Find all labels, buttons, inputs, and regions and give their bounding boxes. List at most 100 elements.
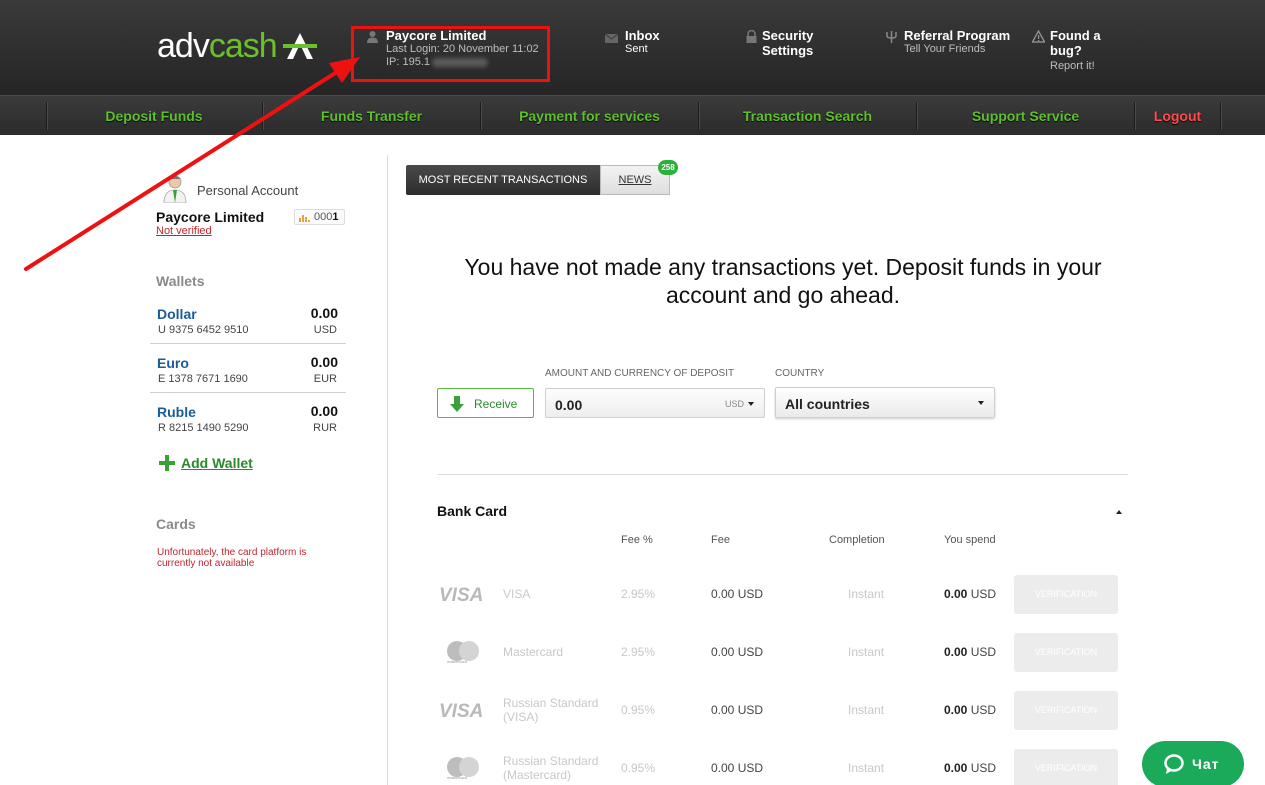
lock-icon: [746, 30, 757, 43]
nav-payment-for-services[interactable]: Payment for services: [481, 96, 698, 136]
receive-button[interactable]: Receive: [437, 388, 534, 418]
amount-value: 0.00: [555, 397, 583, 413]
inbox-sent[interactable]: Sent: [625, 43, 695, 56]
method-completion: Instant: [848, 703, 885, 717]
spend-currency: USD: [970, 587, 997, 601]
inbox-title: Inbox: [625, 28, 660, 43]
wallet-balance: 0.00: [310, 305, 338, 321]
logo-text-cash: cash: [208, 27, 278, 65]
wallet-balance: 0.00: [310, 403, 338, 419]
bug-sub: Report it!: [1050, 60, 1095, 72]
method-completion: Instant: [848, 587, 885, 601]
wallets-heading: Wallets: [156, 273, 205, 289]
referral-program-link[interactable]: Referral Program Tell Your Friends: [885, 28, 1025, 56]
account-type: Personal Account: [197, 183, 299, 198]
account-level-badge[interactable]: 0001: [294, 209, 345, 225]
wallet-name[interactable]: Dollar: [157, 306, 197, 322]
main-nav: Deposit Funds Funds Transfer Payment for…: [0, 95, 1265, 135]
nav-deposit-funds[interactable]: Deposit Funds: [46, 96, 262, 136]
add-wallet-button[interactable]: Add Wallet: [159, 454, 253, 472]
method-completion: Instant: [848, 761, 885, 775]
method-fee: 0.00 USD: [711, 703, 764, 717]
wallet-name[interactable]: Euro: [157, 355, 189, 371]
bug-line2: bug?: [1050, 43, 1082, 58]
wallet-divider: [150, 392, 346, 393]
security-line2: Settings: [762, 43, 814, 58]
method-fee: 0.00 USD: [711, 761, 764, 775]
method-name: Mastercard: [503, 645, 564, 659]
verification-status-link[interactable]: Not verified: [156, 225, 212, 237]
spend-amount: 0.00: [944, 645, 968, 659]
wallet-name[interactable]: Ruble: [157, 404, 196, 420]
wallet-number: E 1378 7671 1690: [158, 373, 248, 385]
account-name: Paycore Limited: [156, 209, 265, 225]
wallet-currency: RUR: [313, 422, 337, 434]
col-fee: Fee: [711, 534, 730, 546]
advcash-logo[interactable]: advcash: [157, 28, 317, 64]
bug-line1: Found a: [1050, 28, 1101, 43]
method-spend: 0.00 USD: [944, 761, 996, 775]
user-avatar-icon: [163, 175, 187, 203]
report-bug-link[interactable]: Found a bug? Report it!: [1032, 28, 1132, 73]
wallet-item[interactable]: Euro E 1378 7671 1690 0.00 EUR: [150, 349, 346, 398]
amount-label: AMOUNT AND CURRENCY OF DEPOSIT: [545, 368, 735, 379]
nav-funds-transfer[interactable]: Funds Transfer: [263, 96, 480, 136]
cards-unavailable-note: Unfortunately, the card platform is curr…: [157, 547, 307, 569]
logo-text-adv: adv: [157, 27, 210, 65]
payment-method-row: mastercard Russian Standard (Mastercard)…: [437, 748, 1129, 785]
method-fee-pct: 0.95%: [621, 761, 656, 775]
col-you-spend: You spend: [944, 534, 996, 546]
section-divider: [437, 474, 1128, 475]
trident-icon: [886, 31, 897, 43]
verification-button[interactable]: VERIFICATION: [1014, 691, 1118, 730]
spend-currency: USD: [970, 645, 997, 659]
tab-most-recent-transactions[interactable]: MOST RECENT TRANSACTIONS: [406, 165, 600, 195]
wallet-balance: 0.00: [310, 354, 338, 370]
col-fee-pct: Fee %: [621, 534, 653, 546]
wallet-divider: [150, 343, 346, 344]
method-name: VISA: [503, 587, 531, 601]
verification-button[interactable]: VERIFICATION: [1014, 575, 1118, 614]
mastercard-logo-icon: mastercard: [447, 757, 479, 780]
chat-label: Чат: [1192, 756, 1220, 772]
spend-currency: USD: [970, 703, 997, 717]
method-fee-pct: 0.95%: [621, 703, 656, 717]
bank-card-heading[interactable]: Bank Card: [437, 503, 507, 519]
method-spend: 0.00 USD: [944, 587, 996, 601]
inbox-link[interactable]: Inbox Sent: [605, 28, 695, 56]
security-settings-link[interactable]: Security Settings: [745, 28, 865, 58]
method-fee-pct: 2.95%: [621, 645, 656, 659]
envelope-icon: [605, 33, 618, 43]
wallet-currency: USD: [313, 324, 337, 336]
amount-currency-select[interactable]: USD: [725, 399, 744, 409]
deposit-amount-input[interactable]: 0.00 USD: [545, 388, 765, 418]
level-bars-icon: [299, 215, 310, 222]
nav-logout[interactable]: Logout: [1135, 96, 1220, 136]
visa-logo-icon: VISA: [439, 585, 483, 606]
warning-icon: [1032, 30, 1045, 43]
receive-label: Receive: [474, 397, 518, 411]
logo-mark-icon: [282, 33, 317, 59]
method-fee: 0.00 USD: [711, 587, 764, 601]
level-prefix: 000: [314, 211, 333, 223]
chat-button[interactable]: Чат: [1142, 741, 1244, 785]
spend-currency: USD: [970, 761, 997, 775]
verification-button[interactable]: VERIFICATION: [1014, 633, 1118, 672]
security-line1: Security: [762, 28, 814, 43]
nav-transaction-search[interactable]: Transaction Search: [699, 96, 916, 136]
spend-amount: 0.00: [944, 703, 968, 717]
wallet-item[interactable]: Ruble R 8215 1490 5290 0.00 RUR: [150, 398, 346, 447]
verification-button[interactable]: VERIFICATION: [1014, 749, 1118, 785]
empty-transactions-message: You have not made any transactions yet. …: [464, 254, 1102, 308]
method-fee: 0.00 USD: [711, 645, 764, 659]
wallet-item[interactable]: Dollar U 9375 6452 9510 0.00 USD: [150, 300, 346, 349]
payment-method-row: VISA VISA 2.95% 0.00 USD Instant 0.00 US…: [437, 574, 1129, 614]
svg-text:VISA: VISA: [439, 701, 483, 722]
level-value: 1: [332, 211, 339, 223]
account-sidebar: Personal Account Paycore Limited Not ver…: [150, 155, 388, 785]
country-select[interactable]: All countries: [775, 387, 995, 418]
method-fee-pct: 2.95%: [621, 587, 656, 601]
nav-support-service[interactable]: Support Service: [917, 96, 1134, 136]
add-wallet-label: Add Wallet: [181, 455, 253, 471]
collapse-caret-icon[interactable]: [1116, 510, 1122, 514]
